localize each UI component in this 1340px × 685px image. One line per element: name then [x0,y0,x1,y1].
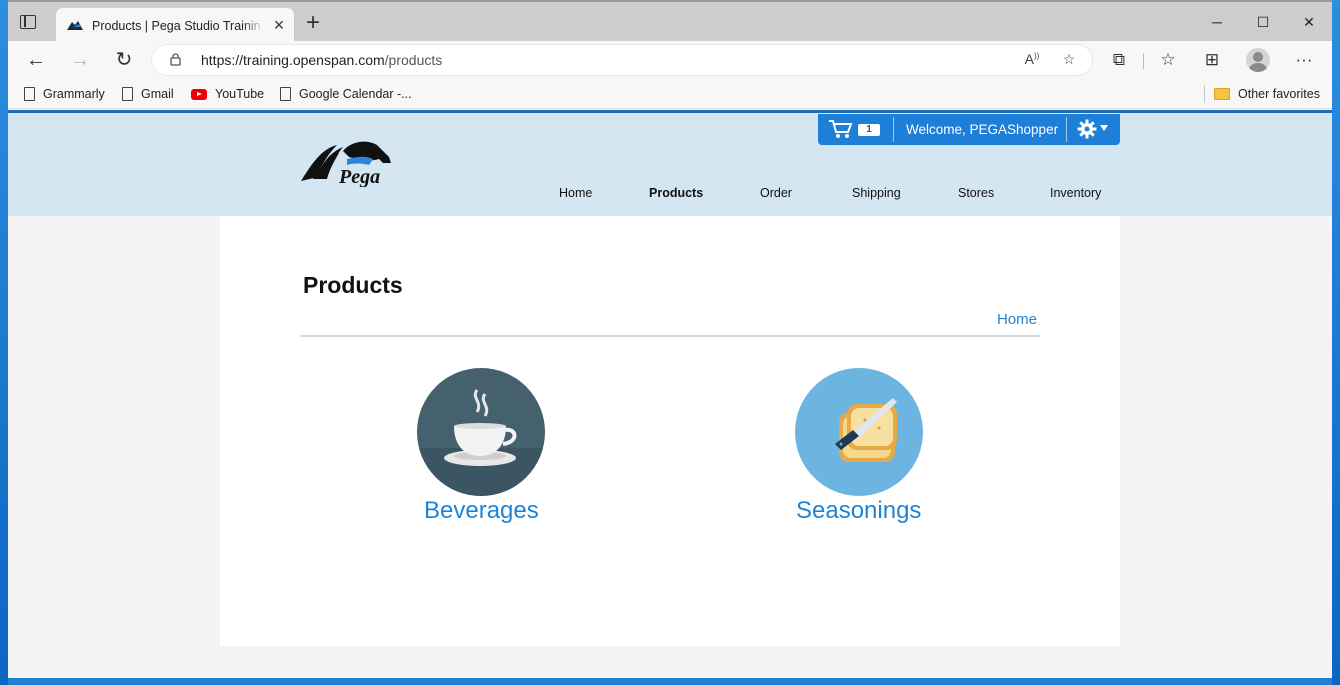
page-icon [280,87,291,101]
url-text[interactable]: https://training.openspan.com/products [201,52,442,68]
pega-favicon-icon [67,21,83,30]
category-label-seasonings[interactable]: Seasonings [796,497,921,525]
new-tab-icon[interactable]: + [302,11,324,35]
read-aloud-icon[interactable]: A)) [1022,51,1042,69]
user-bar: 1 Welcome, PEGAShopper [818,114,1120,145]
coffee-cup-icon [417,389,545,496]
category-seasonings[interactable] [795,368,923,496]
tab-close-icon[interactable]: × [270,16,288,34]
browser-window: Products | Pega Studio Training W × + ─ … [8,0,1332,678]
desktop-background-right [1332,0,1340,685]
bookmark-youtube[interactable]: YouTube [191,85,264,103]
bookmark-label: YouTube [215,87,265,101]
nav-products[interactable]: Products [649,186,703,200]
toolbar-divider [1143,53,1144,69]
tab-products[interactable]: Products | Pega Studio Training W × [56,8,294,43]
maximize-icon[interactable]: ☐ [1253,12,1273,32]
site-header: Pega 1 Welcome, PEGAShopper Home Product… [8,113,1332,216]
nav-order[interactable]: Order [760,186,792,200]
profile-avatar[interactable] [1246,48,1270,72]
back-icon[interactable]: ← [24,49,48,73]
category-beverages[interactable] [417,368,545,496]
breadcrumb-home[interactable]: Home [997,311,1037,328]
desktop-background-left [0,0,8,685]
more-menu-icon[interactable]: ··· [1293,50,1315,72]
bookmarks-divider [1204,85,1205,103]
bookmark-label: Google Calendar -... [299,87,412,101]
main-content: Products Home Beverages Seasonings [220,216,1120,646]
forward-icon[interactable]: → [68,49,92,73]
nav-stores[interactable]: Stores [958,186,994,200]
youtube-icon [191,89,207,100]
folder-icon [1214,88,1230,100]
tab-title-fade [242,14,264,36]
userbar-divider [1066,117,1067,142]
address-toolbar: ← → ↻ https://training.openspan.com/prod… [8,41,1332,79]
nav-inventory[interactable]: Inventory [1050,186,1101,200]
nav-home[interactable]: Home [559,186,592,200]
extensions-icon[interactable]: ⧉ [1108,50,1130,72]
url-path: /products [384,52,443,68]
url-host: https://training.openspan.com [201,52,385,68]
other-favorites-label: Other favorites [1238,87,1320,101]
page-icon [122,87,133,101]
userbar-divider [893,117,894,142]
bread-knife-icon [835,398,897,462]
favorites-icon[interactable]: ☆ [1157,50,1179,72]
pega-logo[interactable]: Pega [299,137,403,187]
page-title: Products [303,272,403,298]
settings-gear-icon[interactable] [1077,119,1097,139]
bookmark-google-calendar[interactable]: Google Calendar -... [280,85,412,103]
cart-count-badge: 1 [858,124,880,136]
collections-icon[interactable]: ⊞ [1201,50,1223,72]
cart-button[interactable]: 1 [828,119,882,139]
settings-caret-icon[interactable] [1100,125,1108,131]
address-bar[interactable]: https://training.openspan.com/products A… [152,45,1092,75]
svg-text:Pega: Pega [338,166,380,187]
category-label-beverages[interactable]: Beverages [424,497,539,525]
lock-icon[interactable] [170,53,181,66]
title-divider [300,335,1040,337]
bookmark-gmail[interactable]: Gmail [122,85,174,103]
bookmark-grammarly[interactable]: Grammarly [24,85,105,103]
page-icon [24,87,35,101]
welcome-user-link[interactable]: Welcome, PEGAShopper [906,122,1058,137]
bookmark-label: Gmail [141,87,174,101]
nav-shipping[interactable]: Shipping [852,186,901,200]
cart-icon [829,120,853,138]
minimize-icon[interactable]: ─ [1207,12,1227,32]
refresh-icon[interactable]: ↻ [112,49,136,73]
tab-actions-icon[interactable] [20,15,36,29]
tab-title: Products | Pega Studio Training W [92,19,260,33]
other-favorites[interactable]: Other favorites [1214,85,1320,103]
add-favorite-icon[interactable]: ☆ [1059,51,1079,69]
tab-strip: Products | Pega Studio Training W × + ─ … [8,0,1332,43]
web-page: Pega 1 Welcome, PEGAShopper Home Product… [8,110,1332,678]
bookmark-label: Grammarly [43,87,105,101]
close-window-icon[interactable]: ✕ [1299,12,1319,32]
bookmarks-bar: Grammarly Gmail YouTube Google Calendar … [8,79,1332,109]
